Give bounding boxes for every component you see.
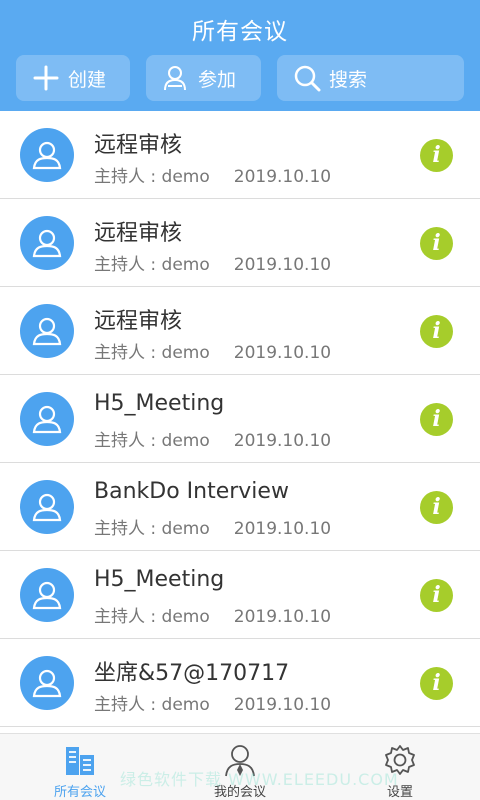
meeting-date: 2019.10.10 [233,343,332,363]
user-avatar-icon [20,216,74,270]
create-button[interactable]: 创建 [16,55,130,101]
info-icon[interactable]: i [420,227,453,260]
meeting-row[interactable]: 远程审核 主持人 : demo 2019.10.10 i [0,199,480,287]
top-header: 所有会议 创建 参加 搜索 [0,0,480,111]
meeting-host: 主持人 : demo [94,695,210,715]
meeting-name: 远程审核 [94,221,183,246]
meeting-date: 2019.10.10 [233,519,332,539]
tab-my-meetings[interactable]: 我的会议 [160,734,320,800]
join-button[interactable]: 参加 [146,55,261,101]
info-icon[interactable]: i [420,579,453,612]
user-avatar-icon [20,480,74,534]
meeting-name: H5_Meeting [94,567,225,592]
tab-all-label: 所有会议 [53,785,106,800]
meeting-date: 2019.10.10 [233,255,332,275]
plus-icon [32,64,60,92]
meeting-host: 主持人 : demo [94,607,210,627]
meeting-host: 主持人 : demo [94,431,210,451]
meeting-host: 主持人 : demo [94,167,210,187]
tab-all-meetings[interactable]: 所有会议 [0,734,160,800]
create-label: 创建 [68,68,107,91]
search-icon [293,64,321,92]
tab-settings-label: 设置 [386,785,413,800]
join-label: 参加 [198,68,237,91]
user-avatar-icon [20,128,74,182]
bottom-tab-bar: 所有会议 我的会议 设置 绿色软件下载 WWW.ELEEDU.COM [0,733,480,800]
tab-settings[interactable]: 设置 [320,734,480,800]
building-icon [62,742,98,778]
person-icon [222,742,258,778]
meeting-name: 坐席&57@170717 [94,661,290,686]
meeting-name: BankDo Interview [94,479,289,504]
search-label: 搜索 [329,68,368,91]
info-icon[interactable]: i [420,315,453,348]
gear-icon [382,742,418,778]
info-icon[interactable]: i [420,403,453,436]
meeting-row[interactable]: H5_Meeting 主持人 : demo 2019.10.10 i [0,551,480,639]
meeting-row[interactable]: 远程审核 主持人 : demo 2019.10.10 i [0,287,480,375]
meeting-name: 远程审核 [94,309,183,334]
meeting-row[interactable]: 远程审核 主持人 : demo 2019.10.10 i [0,111,480,199]
user-avatar-icon [20,392,74,446]
meeting-date: 2019.10.10 [233,167,332,187]
meeting-host: 主持人 : demo [94,519,210,539]
meeting-name: H5_Meeting [94,391,225,416]
info-icon[interactable]: i [420,667,453,700]
tab-mine-label: 我的会议 [213,785,266,800]
user-avatar-icon [20,656,74,710]
meeting-row[interactable]: 坐席&57@170717 主持人 : demo 2019.10.10 i [0,639,480,727]
meeting-date: 2019.10.10 [233,607,332,627]
meeting-name: 远程审核 [94,133,183,158]
meeting-row[interactable]: BankDo Interview 主持人 : demo 2019.10.10 i [0,463,480,551]
join-person-icon [162,64,190,92]
meeting-host: 主持人 : demo [94,255,210,275]
meeting-date: 2019.10.10 [233,695,332,715]
meeting-list[interactable]: 远程审核 主持人 : demo 2019.10.10 i 远程审核 主持人 : d… [0,111,480,733]
meeting-row[interactable]: H5_Meeting 主持人 : demo 2019.10.10 i [0,375,480,463]
info-icon[interactable]: i [420,139,453,172]
user-avatar-icon [20,304,74,358]
page-title: 所有会议 [192,19,288,45]
user-avatar-icon [20,568,74,622]
meeting-host: 主持人 : demo [94,343,210,363]
info-icon[interactable]: i [420,491,453,524]
meeting-date: 2019.10.10 [233,431,332,451]
search-button[interactable]: 搜索 [277,55,464,101]
